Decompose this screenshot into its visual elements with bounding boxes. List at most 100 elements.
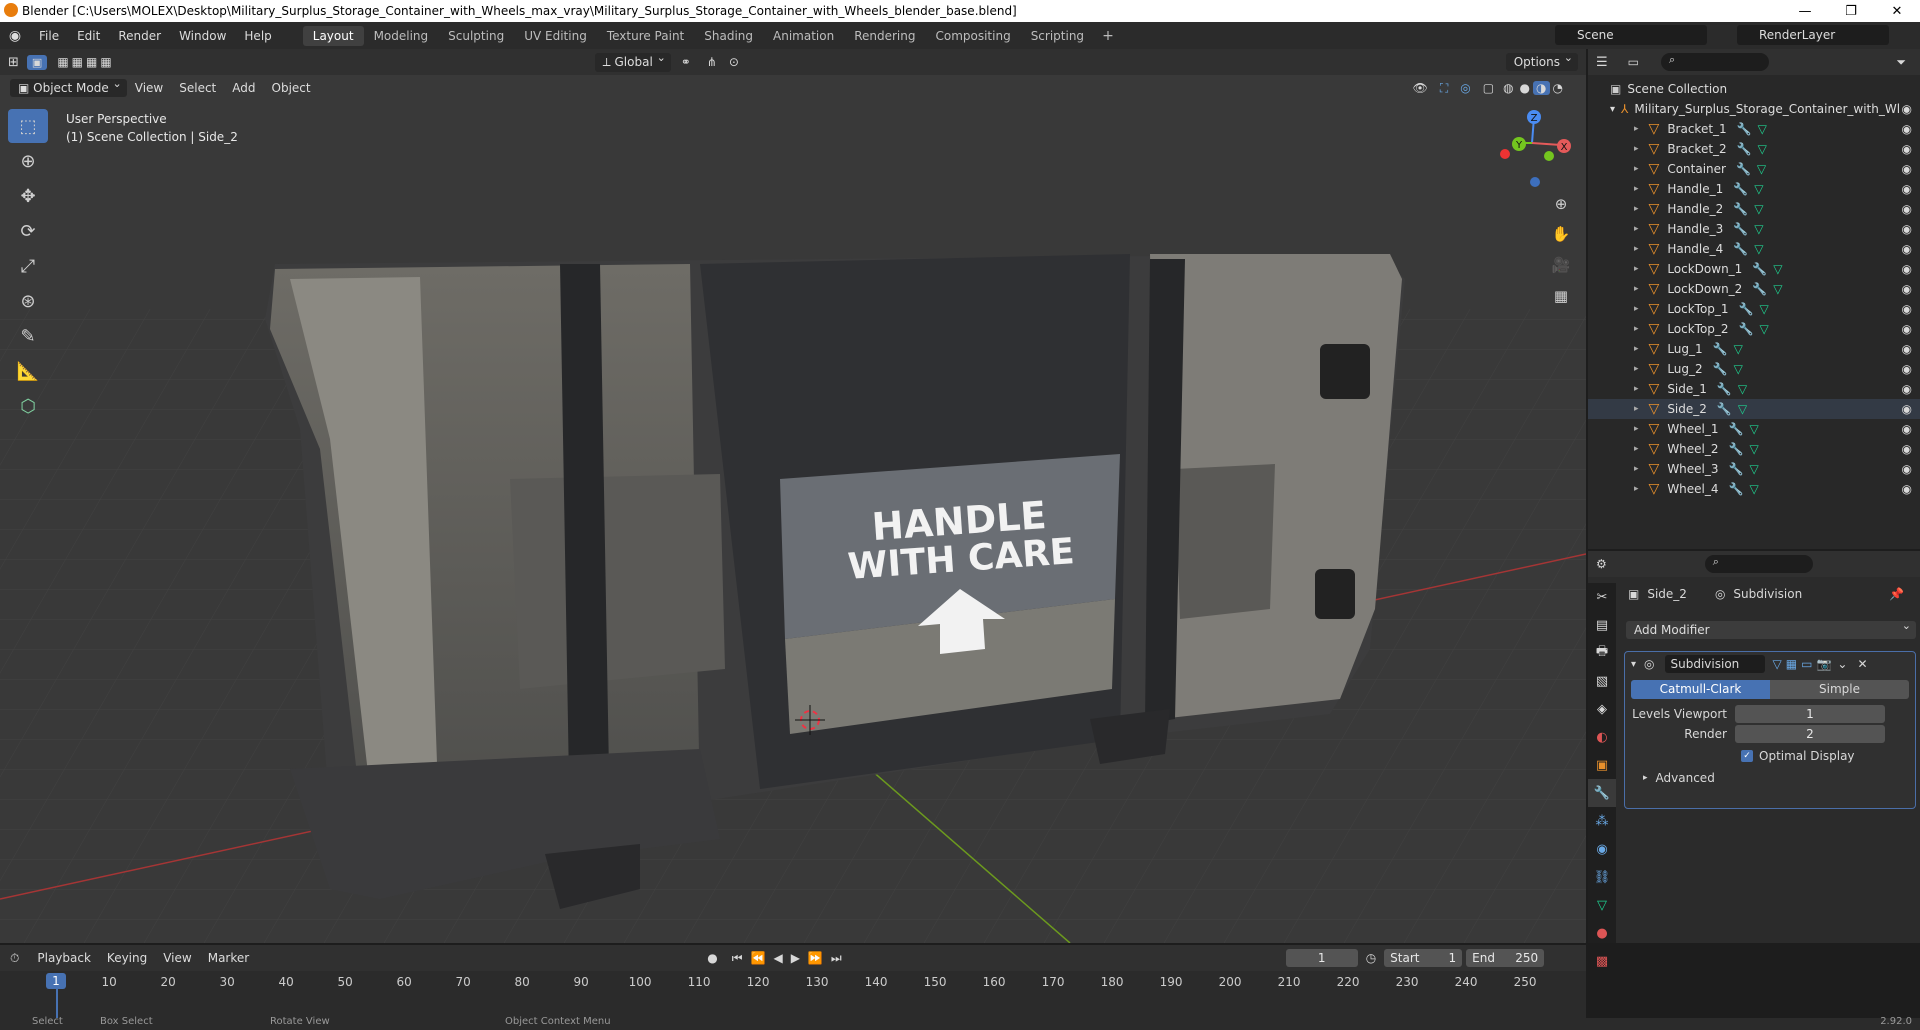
annotate-tool-icon[interactable]: ✎ (8, 319, 48, 353)
menu-edit[interactable]: Edit (68, 29, 109, 43)
expand-arrow-icon[interactable]: ▸ (1634, 204, 1639, 214)
menu-file[interactable]: File (30, 29, 68, 43)
editor-type-icon[interactable]: ⊞ (0, 55, 27, 70)
properties-editor-icon[interactable]: ⚙ (1596, 557, 1607, 571)
prev-keyframe-icon[interactable]: ⏪ (747, 951, 770, 965)
outliner-item[interactable]: ▸ ▽ Wheel_4 🔧 ▽ ◉ (1588, 479, 1920, 499)
tab-layout[interactable]: Layout (302, 25, 364, 46)
root-collection-row[interactable]: ▾ ⅄ Military_Surplus_Storage_Container_w… (1588, 99, 1920, 119)
shading-rendered-icon[interactable]: ◔ (1550, 81, 1566, 95)
outliner-item[interactable]: ▸ ▽ Bracket_2 🔧 ▽ ◉ (1588, 139, 1920, 159)
expand-arrow-icon[interactable]: ▸ (1634, 484, 1639, 494)
wrench-icon[interactable]: 🔧 (1733, 222, 1748, 236)
pin-icon[interactable]: 📌 (1889, 587, 1904, 601)
outliner-item[interactable]: ▸ ▽ Lug_2 🔧 ▽ ◉ (1588, 359, 1920, 379)
render-levels-field[interactable]: 2 (1735, 725, 1885, 743)
visibility-icon[interactable]: 👁 (1407, 81, 1434, 95)
close-button[interactable]: ✕ (1874, 4, 1920, 19)
eye-icon[interactable]: ◉ (1902, 382, 1912, 396)
filter-icon[interactable]: ⏷ (1896, 55, 1906, 70)
tab-scripting[interactable]: Scripting (1021, 26, 1094, 46)
wrench-icon[interactable]: 🔧 (1752, 262, 1767, 276)
constraints-tab-icon[interactable]: ⛓ (1588, 863, 1616, 891)
wrench-icon[interactable]: 🔧 (1733, 242, 1748, 256)
outliner-item[interactable]: ▸ ▽ Wheel_3 🔧 ▽ ◉ (1588, 459, 1920, 479)
viewport-menu-select[interactable]: Select (171, 79, 224, 97)
jump-start-icon[interactable]: ⏮ (728, 951, 747, 966)
expand-arrow-icon[interactable]: ▸ (1634, 264, 1639, 274)
blender-menu-icon[interactable]: ◉ (0, 28, 30, 44)
playhead[interactable]: 1 (46, 973, 66, 989)
mesh-data-icon[interactable]: ▽ (1758, 142, 1767, 156)
dropdown-arrow-icon[interactable]: ⌄ (1837, 657, 1847, 671)
modifier-name-field[interactable]: Subdivision (1664, 655, 1765, 673)
xray-icon[interactable]: ▢ (1477, 81, 1500, 95)
record-icon[interactable]: ● (697, 951, 727, 965)
wrench-icon[interactable]: 🔧 (1713, 362, 1728, 376)
mesh-data-icon[interactable]: ▽ (1749, 482, 1758, 496)
timeline-menu-marker[interactable]: Marker (200, 949, 257, 967)
maximize-button[interactable]: ❐ (1828, 4, 1874, 19)
timeline-menu-view[interactable]: View (155, 949, 199, 967)
material-tab-icon[interactable]: ● (1588, 919, 1616, 947)
outliner-item[interactable]: ▸ ▽ Handle_1 🔧 ▽ ◉ (1588, 179, 1920, 199)
scene-selector[interactable]: Scene (1555, 25, 1707, 45)
menu-help[interactable]: Help (235, 29, 280, 43)
collapse-arrow-icon[interactable]: ▾ (1631, 659, 1636, 670)
menu-window[interactable]: Window (170, 29, 235, 43)
wrench-icon[interactable]: 🔧 (1737, 142, 1752, 156)
shading-wireframe-icon[interactable]: ◍ (1500, 81, 1516, 95)
mesh-data-icon[interactable]: ▽ (1760, 322, 1769, 336)
object-tab-icon[interactable]: ▣ (1588, 751, 1616, 779)
expand-arrow-icon[interactable]: ▸ (1634, 364, 1639, 374)
eye-icon[interactable]: ◉ (1902, 482, 1912, 496)
tab-shading[interactable]: Shading (694, 26, 763, 46)
eye-icon[interactable]: ◉ (1902, 342, 1912, 356)
expand-arrow-icon[interactable]: ▸ (1634, 324, 1639, 334)
scale-tool-icon[interactable]: ⤢ (8, 249, 48, 283)
viewport-menu-object[interactable]: Object (264, 79, 319, 97)
play-icon[interactable]: ▶ (787, 951, 804, 965)
outliner-item[interactable]: ▸ ▽ Side_1 🔧 ▽ ◉ (1588, 379, 1920, 399)
eye-icon[interactable]: ◉ (1902, 302, 1912, 316)
edit-mode-icon[interactable]: ▽ (1773, 657, 1782, 671)
wrench-icon[interactable]: 🔧 (1752, 282, 1767, 296)
pan-hand-icon[interactable]: ✋ (1548, 221, 1574, 247)
next-keyframe-icon[interactable]: ⏩ (804, 951, 827, 965)
tab-texture-paint[interactable]: Texture Paint (597, 26, 694, 46)
cage-icon[interactable]: ▦ (1786, 657, 1797, 671)
select-mode-icon[interactable]: ▣ (26, 54, 48, 70)
eye-icon[interactable]: ◉ (1902, 162, 1912, 176)
mesh-data-icon[interactable]: ▽ (1754, 202, 1763, 216)
3d-viewport[interactable]: HANDLE WITH CARE Z X Y ⊞ ▣ ▦▦▦▦ ⟂ Global… (0, 49, 1586, 943)
add-modifier-dropdown[interactable]: Add Modifier (1626, 619, 1916, 639)
outliner-item[interactable]: ▸ ▽ Wheel_1 🔧 ▽ ◉ (1588, 419, 1920, 439)
jump-end-icon[interactable]: ⏭ (827, 951, 846, 966)
proportional-edit-icon[interactable]: ⊙ (723, 55, 745, 69)
eye-icon[interactable]: ◉ (1902, 322, 1912, 336)
transform-tool-icon[interactable]: ⊛ (8, 284, 48, 318)
mesh-data-icon[interactable]: ▽ (1754, 222, 1763, 236)
outliner-item[interactable]: ▸ ▽ Lug_1 🔧 ▽ ◉ (1588, 339, 1920, 359)
eye-icon[interactable]: ◉ (1902, 202, 1912, 216)
select-box-tool-icon[interactable]: ⬚ (8, 109, 48, 143)
mesh-data-icon[interactable]: ▽ (1760, 302, 1769, 316)
object-mode-dropdown[interactable]: ▣ Object Mode (10, 77, 127, 97)
overlay-toggle-icon[interactable]: ◎ (1454, 81, 1476, 95)
levels-viewport-field[interactable]: 1 (1735, 705, 1885, 723)
render-tab-icon[interactable]: ▤ (1588, 611, 1616, 639)
expand-arrow-icon[interactable]: ▸ (1634, 304, 1639, 314)
timeline-editor-icon[interactable]: ⏱ (0, 951, 29, 966)
modifier-tab-icon[interactable]: 🔧 (1588, 779, 1616, 807)
outliner-item[interactable]: ▸ ▽ Bracket_1 🔧 ▽ ◉ (1588, 119, 1920, 139)
rotate-tool-icon[interactable]: ⟳ (8, 214, 48, 248)
mesh-data-icon[interactable]: ▽ (1738, 382, 1747, 396)
output-tab-icon[interactable]: 🖶 (1588, 639, 1616, 667)
expand-arrow-icon[interactable]: ▸ (1634, 444, 1639, 454)
mesh-data-icon[interactable]: ▽ (1734, 362, 1743, 376)
wrench-icon[interactable]: 🔧 (1717, 382, 1732, 396)
expand-arrow-icon[interactable]: ▸ (1634, 464, 1639, 474)
remove-modifier-icon[interactable]: ✕ (1857, 657, 1867, 671)
timeline-menu-playback[interactable]: Playback (29, 949, 99, 967)
tab-rendering[interactable]: Rendering (844, 26, 925, 46)
